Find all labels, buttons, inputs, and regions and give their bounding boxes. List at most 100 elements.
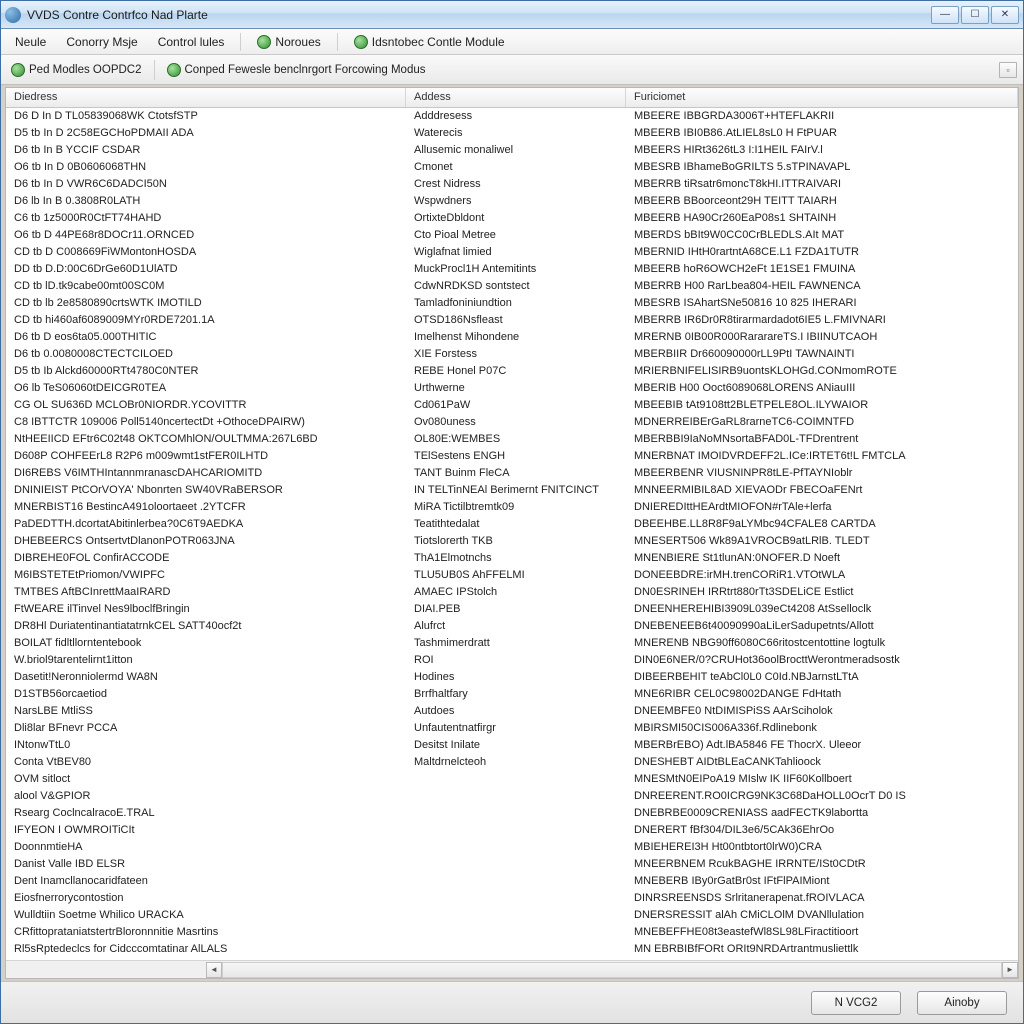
table-row[interactable]: D1STB56orcaetiodBrrfhaltfaryMNE6RIBR CEL… <box>6 686 1018 703</box>
list-body[interactable]: D6 D In D TL05839068WK CtotsfSTPAdddrese… <box>6 108 1018 960</box>
footer-button-2[interactable]: Ainoby <box>917 991 1007 1015</box>
table-row[interactable]: M6IBSTETEtPriomon/VWIPFCTLU5UB0S AhFFELM… <box>6 567 1018 584</box>
maximize-button[interactable]: ☐ <box>961 6 989 24</box>
menu-item-4[interactable]: Idsntobec Contle Module <box>346 32 513 52</box>
cell-addess: Ov080uness <box>406 414 626 431</box>
window-title: VVDS Contre Contrfco Nad Plarte <box>27 8 931 22</box>
toolbar-item-2[interactable]: Conped Fewesle benclnrgort Forcowing Mod… <box>163 61 430 79</box>
cell-furiciomet: MBEERS HIRt3626tL3 I:I1HEIL FAIrV.l <box>626 142 1018 159</box>
table-row[interactable]: INtonwTtL0Desitst InilateMBERBrEBO) Adt.… <box>6 737 1018 754</box>
table-row[interactable]: alool V&GPIORDNREERENT.RO0ICRG9NK3C68DaH… <box>6 788 1018 805</box>
footer-button-1[interactable]: N VCG2 <box>811 991 901 1015</box>
table-row[interactable]: DIBREHE0FOL ConfirACCODEThA1ElmotnchsMNE… <box>6 550 1018 567</box>
table-row[interactable]: C6 tb 1z5000R0CtFT74HAHDOrtixteDbldontMB… <box>6 210 1018 227</box>
cell-diedress: DoonnmtieHA <box>6 839 406 856</box>
table-row[interactable]: MNERBIST16 BestincA491oloortaeet .2YTCFR… <box>6 499 1018 516</box>
cell-furiciomet: DNERSRESSIT alAh CMiCLOlM DVANllulation <box>626 907 1018 924</box>
content-area: Diedress Addess Furiciomet D6 D In D TL0… <box>5 87 1019 979</box>
table-row[interactable]: BOILAT fidltllorntentebookTashmimerdratt… <box>6 635 1018 652</box>
table-row[interactable]: DR8Hl DuriatentinantiatatrnkCEL SATT40oc… <box>6 618 1018 635</box>
table-row[interactable]: Wulldtiin Soetme Whilico URACKADNERSRESS… <box>6 907 1018 924</box>
table-row[interactable]: CD tb lb 2e8580890crtsWTK IMOTILDTamladf… <box>6 295 1018 312</box>
column-header-2[interactable]: Furiciomet <box>626 88 1018 107</box>
table-row[interactable]: CD tb D C008669FiWMontonHOSDAWiglafnat l… <box>6 244 1018 261</box>
column-header-0[interactable]: Diedress <box>6 88 406 107</box>
table-row[interactable]: DoonnmtieHAMBIEHEREI3H Ht00ntbtort0lrW0)… <box>6 839 1018 856</box>
table-row[interactable]: CG OL SU636D MCLOBr0NIORDR.YCOVITTRCd061… <box>6 397 1018 414</box>
table-row[interactable]: Conta VtBEV80MaltdrnelcteohDNESHEBT AIDt… <box>6 754 1018 771</box>
cell-addess: TANT Buinm FleCA <box>406 465 626 482</box>
cell-diedress: NarsLBE MtliSS <box>6 703 406 720</box>
table-row[interactable]: FtWEARE ilTinvel Nes9lboclfBringinDIAI.P… <box>6 601 1018 618</box>
table-row[interactable]: D6 tb D eos6ta05.000THITICImelhenst Miho… <box>6 329 1018 346</box>
table-row[interactable]: PaDEDTTH.dcortatAbitinlerbea?0C6T9AEDKAT… <box>6 516 1018 533</box>
cell-addess: TLU5UB0S AhFFELMI <box>406 567 626 584</box>
table-row[interactable]: D608P COHFEErL8 R2P6 m009wmt1stFER0ILHTD… <box>6 448 1018 465</box>
cell-diedress: TMTBES AftBCInrettMaaIRARD <box>6 584 406 601</box>
cell-addess <box>406 822 626 839</box>
title-bar[interactable]: VVDS Contre Contrfco Nad Plarte — ☐ ✕ <box>1 1 1023 29</box>
column-header-1[interactable]: Addess <box>406 88 626 107</box>
table-row[interactable]: CD tb lD.tk9cabe00mt00SC0MCdwNRDKSD sont… <box>6 278 1018 295</box>
table-row[interactable]: D5 tb Ib Alckd60000RTt4780C0NTERREBE Hon… <box>6 363 1018 380</box>
cell-addess: ROI <box>406 652 626 669</box>
scroll-track[interactable] <box>222 962 1002 978</box>
table-row[interactable]: D6 tb 0.0080008CTECTCILOEDXIE ForstessMB… <box>6 346 1018 363</box>
cell-diedress: M6IBSTETEtPriomon/VWIPFC <box>6 567 406 584</box>
cell-furiciomet: MBERRB tiRsatr6moncT8kHI.ITTRAIVARI <box>626 176 1018 193</box>
scroll-left-button[interactable]: ◄ <box>206 962 222 978</box>
table-row[interactable]: D5 tb In D 2C58EGCHoPDMAII ADAWaterecisM… <box>6 125 1018 142</box>
table-row[interactable]: O6 lb TeS06060tDEICGR0TEAUrthwerneMBERIB… <box>6 380 1018 397</box>
table-row[interactable]: C8 IBTTCTR 109006 Poll5140ncertectDt +Ot… <box>6 414 1018 431</box>
menu-item-0[interactable]: Neule <box>7 32 54 52</box>
cell-diedress: DI6REBS V6IMTHIntannmranascDAHCARIOMITD <box>6 465 406 482</box>
table-row[interactable]: Rsearg CoclncalracoE.TRALDNEBRBE0009CREN… <box>6 805 1018 822</box>
table-row[interactable]: TMTBES AftBCInrettMaaIRARDAMAEC IPStolch… <box>6 584 1018 601</box>
menu-item-1[interactable]: Conorry Msje <box>58 32 145 52</box>
table-row[interactable]: DNINIEIST PtCOrVOYA' Nbonrten SW40VRaBER… <box>6 482 1018 499</box>
table-row[interactable]: Dasetit!Neronniolermd WA8NHodinesDIBEERB… <box>6 669 1018 686</box>
cell-addess: AMAEC IPStolch <box>406 584 626 601</box>
toolbar-item-1[interactable]: Ped Modles OOPDC2 <box>7 61 146 79</box>
table-row[interactable]: DD tb D.D:00C6DrGe60D1UlATDMuckProcl1H A… <box>6 261 1018 278</box>
table-row[interactable]: Dli8lar BFnevr PCCAUnfautentnatfirgrMBIR… <box>6 720 1018 737</box>
cell-furiciomet: DBEEHBE.LL8R8F9aLYMbc94CFALE8 CARTDA <box>626 516 1018 533</box>
cell-furiciomet: MBERIB H00 Ooct6089068LORENS ANiauIII <box>626 380 1018 397</box>
menu-label: Neule <box>15 35 46 49</box>
table-row[interactable]: CD tb hi460af6089009MYr0RDE7201.1AOTSD18… <box>6 312 1018 329</box>
table-row[interactable]: D6 tb In B YCCIF CSDARAllusemic monaliwe… <box>6 142 1018 159</box>
table-row[interactable]: NarsLBE MtliSSAutdoesDNEEMBFE0 NtDIMISPi… <box>6 703 1018 720</box>
toolbar-collapse-button[interactable]: ▫ <box>999 62 1017 78</box>
table-row[interactable]: Dent InamcllanocaridfateenMNEBERB IBy0rG… <box>6 873 1018 890</box>
scroll-right-button[interactable]: ► <box>1002 962 1018 978</box>
table-row[interactable]: D6 D In D TL05839068WK CtotsfSTPAdddrese… <box>6 108 1018 125</box>
table-row[interactable]: O6 tb In D 0B0606068THNCmonetMBESRB IBha… <box>6 159 1018 176</box>
cell-furiciomet: MBEERB hoR6OWCH2eFt 1E1SE1 FMUINA <box>626 261 1018 278</box>
table-row[interactable]: D6 tb In D VWR6C6DADCI50NCrest NidressMB… <box>6 176 1018 193</box>
minimize-button[interactable]: — <box>931 6 959 24</box>
menu-item-3[interactable]: Noroues <box>249 32 328 52</box>
table-row[interactable]: W.briol9tarentelirnt1ittonROIDIN0E6NER/0… <box>6 652 1018 669</box>
table-row[interactable]: DHEBEERCS OntsertvtDlanonPOTR063JNATiots… <box>6 533 1018 550</box>
table-row[interactable]: NtHEEIICD EFtr6C02t48 OKTCOMhlON/OULTMMA… <box>6 431 1018 448</box>
menu-label: Conorry Msje <box>66 35 137 49</box>
cell-diedress: D6 tb D eos6ta05.000THITIC <box>6 329 406 346</box>
table-row[interactable]: IFYEON I OWMROITiCItDNERERT fBf304/DIL3e… <box>6 822 1018 839</box>
horizontal-scrollbar[interactable]: ◄ ► <box>6 960 1018 978</box>
table-row[interactable]: CRfittoprataniatstertrBloronnnitie Masrt… <box>6 924 1018 941</box>
cell-furiciomet: DNEBENEEB6t40090990aLiLerSadupetnts/Allo… <box>626 618 1018 635</box>
cell-addess <box>406 873 626 890</box>
table-row[interactable]: Danist Valle IBD ELSRMNEERBNEM RcukBAGHE… <box>6 856 1018 873</box>
close-button[interactable]: ✕ <box>991 6 1019 24</box>
table-row[interactable]: D6 lb In B 0.3808R0LATHWspwdnersMBEERB B… <box>6 193 1018 210</box>
cell-addess: Imelhenst Mihondene <box>406 329 626 346</box>
table-row[interactable]: DI6REBS V6IMTHIntannmranascDAHCARIOMITDT… <box>6 465 1018 482</box>
table-row[interactable]: OVM sitloctMNESMtN0EIPoA19 MIslw IK IIF6… <box>6 771 1018 788</box>
table-row[interactable]: Rl5sRptedeclcs for Cidcccomtatinar AlLAL… <box>6 941 1018 958</box>
cell-addess: Cto Pioal Metree <box>406 227 626 244</box>
cell-furiciomet: MNERBNAT IMOIDVRDEFF2L.ICe:IRTET6t!L FMT… <box>626 448 1018 465</box>
menu-item-2[interactable]: Control lules <box>150 32 233 52</box>
table-row[interactable]: O6 tb D 44PE68r8DOCr11.ORNCEDCto Pioal M… <box>6 227 1018 244</box>
cell-diedress: D6 D In D TL05839068WK CtotsfSTP <box>6 108 406 125</box>
table-row[interactable]: EiosfnerrorycontostionDINRSREENSDS Srlri… <box>6 890 1018 907</box>
